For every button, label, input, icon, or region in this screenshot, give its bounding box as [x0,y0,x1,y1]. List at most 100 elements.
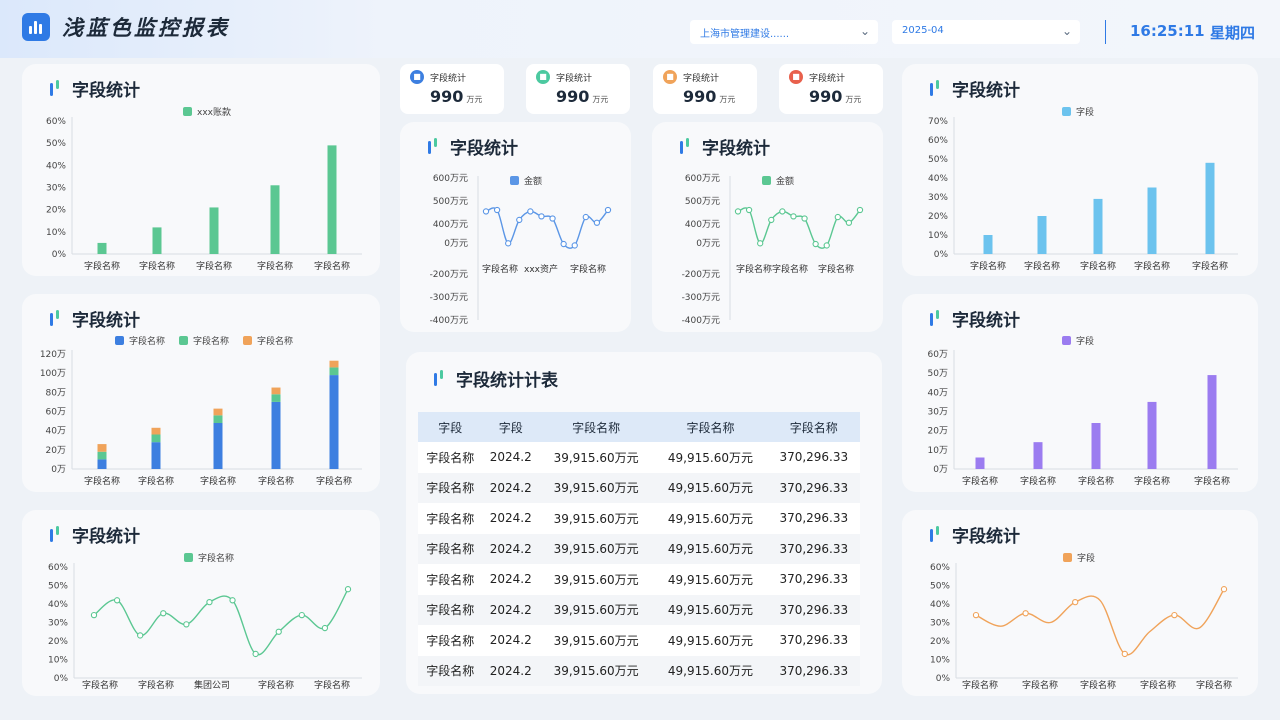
legend-swatch [762,176,771,185]
table-row[interactable]: 字段名称 2024.2 39,915.60万元 49,915.60万元 370,296.… [418,503,860,534]
table-cell: 49,915.60万元 [653,503,768,534]
x-tick-label: 字段名称 [258,679,294,691]
table-cell: 39,915.60万元 [538,594,654,625]
kpi-label: 字段统计 [809,74,846,84]
document-icon: ■ [536,70,550,84]
legend-swatch [115,336,124,345]
x-tick-label: 字段名称 [1134,260,1170,272]
y-tick-label: 60% [46,117,66,127]
bar [151,434,161,443]
bar [213,423,223,469]
bar [271,387,281,395]
data-point [275,628,282,635]
table-cell: 39,915.60万元 [538,564,654,595]
data-point [768,216,775,224]
y-tick-label: 40% [930,600,950,610]
data-point [745,206,753,214]
y-tick-label: 100万 [40,369,66,379]
x-tick-label: 字段名称 [196,260,232,272]
column-header: 字段名称 [538,412,654,442]
data-point [571,242,578,249]
table-cell: 370,296.33 [767,533,860,564]
table-cell: 字段名称 [418,564,483,595]
table-body: 字段名称 2024.2 39,915.60万元 49,915.60万元 370,296.… [418,442,860,686]
kpi-card[interactable]: ■ 字段统计 990 万元 [653,64,757,114]
kpi-value: 990 万元 [430,87,483,106]
table-row[interactable]: 字段名称 2024.2 39,915.60万元 49,915.60万元 370,296.… [418,564,860,595]
series-line [975,588,1225,656]
data-point [482,208,490,215]
table-row[interactable]: 字段名称 2024.2 39,915.60万元 49,915.60万元 370,296.… [418,655,860,686]
y-tick-label: 70% [928,117,948,127]
data-point [593,219,601,226]
bar [1205,162,1215,254]
legend-swatch [183,107,192,116]
bar [97,459,107,469]
y-tick-label: 40万 [46,427,66,437]
table-row[interactable]: 字段名称 2024.2 39,915.60万元 49,915.60万元 370,296.… [418,594,860,625]
y-tick-label: 30万 [928,408,948,418]
x-tick-label: 字段名称 [82,679,118,691]
kpi-card[interactable]: ■ 字段统计 990 万元 [526,64,630,114]
data-point [160,610,167,617]
legend-label: 金额 [524,175,542,187]
kpi-card[interactable]: ■ 字段统计 990 万元 [400,64,504,114]
data-point [527,208,534,215]
y-tick-label: 500万元 [433,197,468,207]
data-point [801,215,808,222]
table-cell: 字段名称 [418,533,483,564]
bar [97,242,107,254]
bar [270,185,280,254]
legend-label: 字段名称 [129,335,165,347]
table-row[interactable]: 字段名称 2024.2 39,915.60万元 49,915.60万元 370,296.… [418,472,860,503]
legend-label: 字段名称 [198,552,234,564]
table-cell: 2024.2 [482,533,539,564]
legend-swatch [243,336,252,345]
table-cell: 39,915.60万元 [538,442,654,473]
x-tick-label: 字段名称 [258,475,294,487]
table-row[interactable]: 字段名称 2024.2 39,915.60万元 49,915.60万元 370,296.… [418,442,860,473]
y-tick-label: 0万元 [444,239,468,249]
panel-center-left: 字段统计 金额 0万元 400万元 500万元 600万元 -200万元 -300万元 -40… [400,122,631,332]
table-row[interactable]: 字段名称 2024.2 39,915.60万元 49,915.60万元 370,296.… [418,533,860,564]
region-select[interactable]: 上海市管理建设...... ⌄ [690,20,878,44]
table-row[interactable]: 字段名称 2024.2 39,915.60万元 49,915.60万元 370,296.… [418,625,860,656]
y-tick-label: 50% [930,582,950,592]
legend-label: xxx账款 [197,106,231,118]
y-tick-label: 10万 [928,446,948,456]
legend-label: 字段名称 [193,335,229,347]
data-point [113,597,121,604]
calendar-icon: ■ [789,70,803,84]
x-tick-label: 集团公司 [194,679,230,691]
series-line [485,207,609,249]
kpi-value: 990 万元 [556,87,609,106]
y-tick-label: 50万 [928,369,948,379]
x-tick-label: 字段名称 [84,260,120,272]
legend-label: 字段 [1076,106,1094,118]
data-point [972,611,980,619]
panel-table: 字段统计计表 字段 字段 字段名称 字段名称 字段名称 字段名称 2024.2 39… [406,352,882,694]
bar [983,235,993,254]
column-header: 字段名称 [767,412,860,442]
date-select[interactable]: 2025-04 ⌄ [892,20,1080,44]
y-tick-label: 60% [930,563,950,573]
data-point [505,240,512,247]
kpi-card[interactable]: ■ 字段统计 990 万元 [779,64,883,114]
y-tick-label: 0% [934,250,949,260]
kpi-label: 字段统计 [556,74,593,84]
bar [975,457,985,469]
x-tick-label: 字段名称 [257,260,293,272]
y-tick-label: 60万 [46,408,66,418]
data-point [790,213,797,220]
y-tick-label: 30% [46,184,66,194]
stats-table: 字段 字段 字段名称 字段名称 字段名称 字段名称 2024.2 39,915.60… [418,412,860,686]
table-cell: 2024.2 [482,442,539,473]
y-tick-label: 0万元 [696,239,720,249]
y-tick-label: 20% [48,637,68,647]
x-tick-label: 字段名称 [736,263,772,275]
table-cell: 2024.2 [482,594,539,625]
table-cell: 49,915.60万元 [653,533,768,564]
y-tick-label: 0% [52,250,67,260]
kpi-label: 字段统计 [683,74,720,84]
x-tick-label: 字段名称 [1140,679,1176,691]
